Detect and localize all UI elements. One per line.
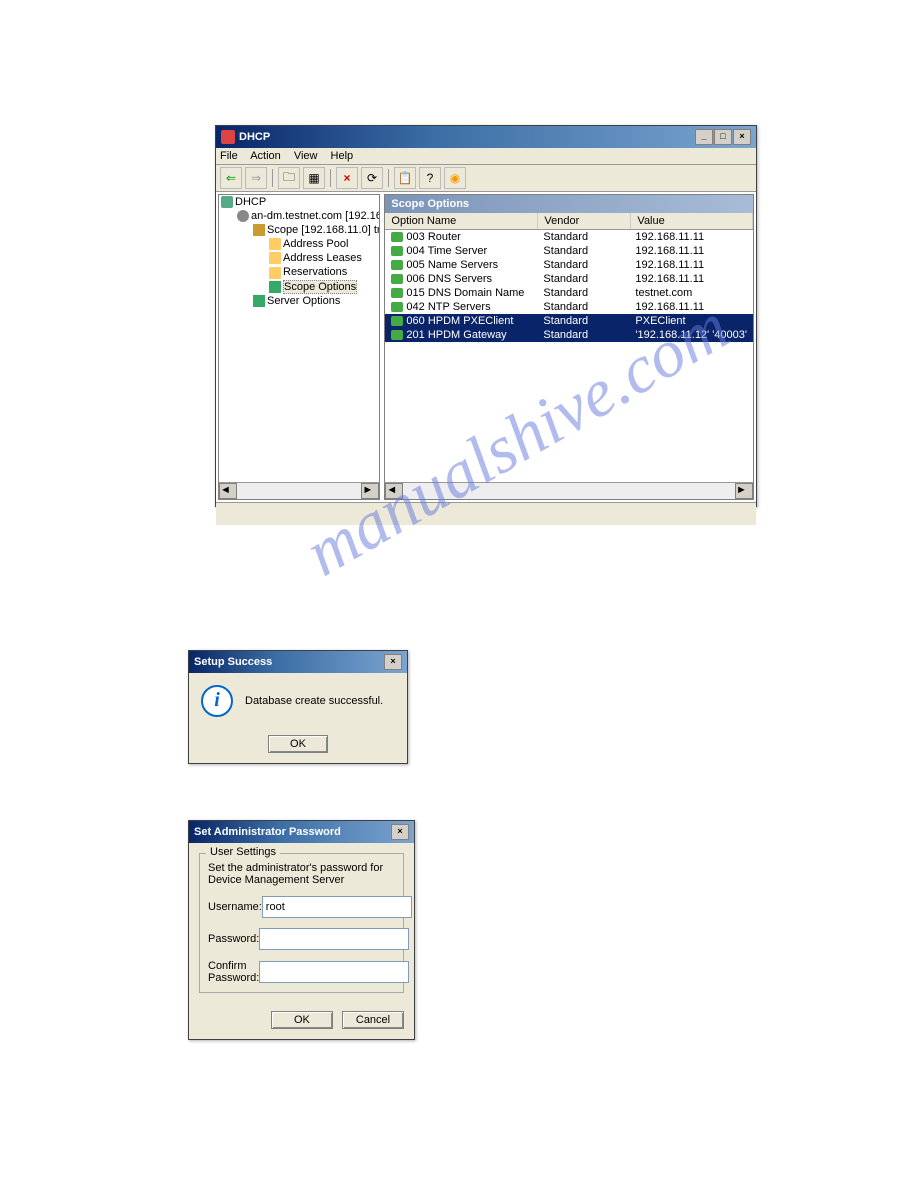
tree-reservations[interactable]: Reservations <box>283 266 347 278</box>
titlebar[interactable]: Set Administrator Password × <box>189 821 414 843</box>
option-icon <box>391 316 403 326</box>
user-settings-group: User Settings Set the administrator's pa… <box>199 853 404 993</box>
option-icon <box>391 260 403 270</box>
titlebar[interactable]: Setup Success × <box>189 651 407 673</box>
help-button[interactable]: ? <box>419 167 441 189</box>
password-field[interactable] <box>259 928 409 950</box>
minimize-button[interactable]: _ <box>695 129 713 145</box>
tree-scope[interactable]: Scope [192.168.11.0] traini <box>267 224 380 236</box>
menu-file[interactable]: File <box>220 150 238 162</box>
menu-action[interactable]: Action <box>250 150 281 162</box>
ok-button[interactable]: OK <box>268 735 328 753</box>
setup-success-dialog: Setup Success × i Database create succes… <box>188 650 408 764</box>
column-headers: Option Name Vendor Value <box>385 213 753 230</box>
cancel-button[interactable]: Cancel <box>342 1011 404 1029</box>
menubar: File Action View Help <box>216 148 756 165</box>
table-row[interactable]: 003 RouterStandard192.168.11.11 <box>385 230 753 244</box>
col-value[interactable]: Value <box>631 213 753 229</box>
forward-button[interactable]: ⇒ <box>245 167 267 189</box>
form-description: Set the administrator's password for Dev… <box>208 862 395 886</box>
tree-scope-options[interactable]: Scope Options <box>283 280 357 294</box>
table-row[interactable]: 060 HPDM PXEClientStandardPXEClient <box>385 314 753 328</box>
table-row[interactable]: 006 DNS ServersStandard192.168.11.11 <box>385 272 753 286</box>
refresh-button[interactable]: ⟳ <box>361 167 383 189</box>
window-title: DHCP <box>239 131 270 143</box>
table-row[interactable]: 015 DNS Domain NameStandardtestnet.com <box>385 286 753 300</box>
col-option-name[interactable]: Option Name <box>385 213 538 229</box>
folder-icon <box>269 252 281 264</box>
tree-address-leases[interactable]: Address Leases <box>283 252 362 264</box>
close-button[interactable]: × <box>391 824 409 840</box>
dialog-title: Set Administrator Password <box>194 826 341 838</box>
scope-icon <box>253 224 265 236</box>
info-icon: i <box>201 685 233 717</box>
list-body[interactable]: 003 RouterStandard192.168.11.11004 Time … <box>385 230 753 482</box>
delete-button[interactable]: × <box>336 167 358 189</box>
properties-button[interactable]: ▦ <box>303 167 325 189</box>
statusbar <box>216 502 756 525</box>
dhcp-icon <box>221 196 233 208</box>
options-icon <box>253 295 265 307</box>
table-row[interactable]: 201 HPDM GatewayStandard'192.168.11.12' … <box>385 328 753 342</box>
menu-help[interactable]: Help <box>331 150 354 162</box>
option-icon <box>391 302 403 312</box>
app-icon <box>221 130 235 144</box>
username-label: Username: <box>208 901 262 913</box>
list-title: Scope Options <box>385 195 753 213</box>
option-icon <box>391 246 403 256</box>
confirm-password-field[interactable] <box>259 961 409 983</box>
set-password-dialog: Set Administrator Password × User Settin… <box>188 820 415 1040</box>
close-button[interactable]: × <box>733 129 751 145</box>
scroll-right-button[interactable]: ► <box>735 483 753 499</box>
option-icon <box>391 232 403 242</box>
option-icon <box>391 330 403 340</box>
username-field[interactable] <box>262 896 412 918</box>
table-row[interactable]: 005 Name ServersStandard192.168.11.11 <box>385 258 753 272</box>
option-icon <box>391 274 403 284</box>
col-vendor[interactable]: Vendor <box>538 213 631 229</box>
scroll-left-button[interactable]: ◄ <box>385 483 403 499</box>
titlebar[interactable]: DHCP _ □ × <box>216 126 756 148</box>
password-label: Password: <box>208 933 259 945</box>
maximize-button[interactable]: □ <box>714 129 732 145</box>
confirm-password-label: Confirm Password: <box>208 960 259 984</box>
scroll-track[interactable] <box>237 483 361 499</box>
folder-icon <box>269 267 281 279</box>
scroll-track[interactable] <box>403 483 735 499</box>
extra-button[interactable]: ◉ <box>444 167 466 189</box>
list-pane: Scope Options Option Name Vendor Value 0… <box>384 194 754 500</box>
tree-root[interactable]: DHCP <box>235 196 266 208</box>
table-row[interactable]: 042 NTP ServersStandard192.168.11.11 <box>385 300 753 314</box>
dhcp-window: DHCP _ □ × File Action View Help ⇐ ⇒ 🗀 ▦… <box>215 125 757 507</box>
dialog-message: Database create successful. <box>245 695 383 707</box>
tree-pane[interactable]: DHCP an-dm.testnet.com [192.168.11 Scope… <box>218 194 380 500</box>
tree-address-pool[interactable]: Address Pool <box>283 238 348 250</box>
toolbar: ⇐ ⇒ 🗀 ▦ × ⟳ 📋 ? ◉ <box>216 165 756 192</box>
close-button[interactable]: × <box>384 654 402 670</box>
dialog-title: Setup Success <box>194 656 272 668</box>
up-button[interactable]: 🗀 <box>278 167 300 189</box>
option-icon <box>391 288 403 298</box>
options-icon <box>269 281 281 293</box>
back-button[interactable]: ⇐ <box>220 167 242 189</box>
group-title: User Settings <box>206 846 280 858</box>
server-icon <box>237 210 249 222</box>
tree-server[interactable]: an-dm.testnet.com [192.168.11 <box>251 210 380 222</box>
scroll-left-button[interactable]: ◄ <box>219 483 237 499</box>
menu-view[interactable]: View <box>294 150 318 162</box>
tree-server-options[interactable]: Server Options <box>267 295 340 307</box>
export-button[interactable]: 📋 <box>394 167 416 189</box>
table-row[interactable]: 004 Time ServerStandard192.168.11.11 <box>385 244 753 258</box>
ok-button[interactable]: OK <box>271 1011 333 1029</box>
folder-icon <box>269 238 281 250</box>
scroll-right-button[interactable]: ► <box>361 483 379 499</box>
